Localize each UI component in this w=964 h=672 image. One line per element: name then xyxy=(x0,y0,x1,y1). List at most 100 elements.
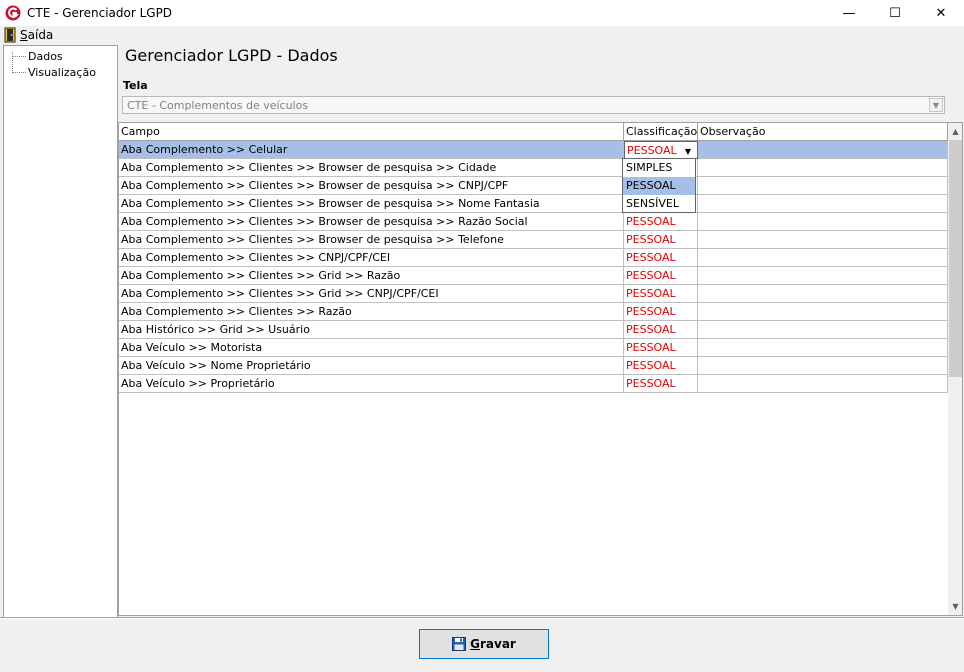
classification-dropdown: SIMPLES PESSOAL SENSÍVEL xyxy=(622,158,696,213)
tela-select-value: CTE - Complementos de veículos xyxy=(127,99,309,112)
cell-classificacao[interactable]: PESSOAL xyxy=(624,231,698,249)
cell-classificacao[interactable]: PESSOAL xyxy=(624,321,698,339)
cell-observacao[interactable] xyxy=(698,375,948,393)
cell-classificacao[interactable]: PESSOAL xyxy=(624,339,698,357)
scroll-down-icon[interactable]: ▼ xyxy=(948,598,962,615)
scroll-thumb[interactable] xyxy=(949,140,962,377)
close-button[interactable]: ✕ xyxy=(918,0,964,26)
column-header-observacao[interactable]: Observação xyxy=(698,123,948,140)
cell-campo[interactable]: Aba Complemento >> Clientes >> Browser d… xyxy=(119,159,624,177)
cell-observacao[interactable] xyxy=(698,231,948,249)
cell-classificacao-value: PESSOAL xyxy=(626,305,676,318)
cell-observacao[interactable] xyxy=(698,213,948,231)
fields-grid: Campo Classificação Observação Aba Compl… xyxy=(118,122,963,616)
cell-campo[interactable]: Aba Complemento >> Clientes >> Browser d… xyxy=(119,177,624,195)
cell-observacao[interactable] xyxy=(698,357,948,375)
cell-observacao[interactable] xyxy=(698,141,948,159)
cell-observacao[interactable] xyxy=(698,177,948,195)
cell-campo[interactable]: Aba Complemento >> Clientes >> Browser d… xyxy=(119,231,624,249)
cell-classificacao-value: PESSOAL xyxy=(626,215,676,228)
table-row[interactable]: Aba Complemento >> Clientes >> Browser d… xyxy=(119,213,948,231)
navigation-tree: Dados Visualização xyxy=(3,45,118,618)
cell-campo[interactable]: Aba Veículo >> Motorista xyxy=(119,339,624,357)
cell-classificacao-value: PESSOAL xyxy=(626,341,676,354)
cell-campo[interactable]: Aba Veículo >> Proprietário xyxy=(119,375,624,393)
table-row[interactable]: Aba Complemento >> Clientes >> Browser d… xyxy=(119,177,948,195)
exit-door-icon xyxy=(4,27,16,43)
dropdown-option-sensivel[interactable]: SENSÍVEL xyxy=(623,195,695,213)
cell-classificacao[interactable]: PESSOAL xyxy=(624,249,698,267)
cell-observacao[interactable] xyxy=(698,321,948,339)
dropdown-option-pessoal[interactable]: PESSOAL xyxy=(623,177,695,195)
cell-classificacao-value: PESSOAL xyxy=(626,251,676,264)
menu-bar: Saída xyxy=(0,26,964,44)
close-icon: ✕ xyxy=(935,5,947,21)
table-row[interactable]: Aba Veículo >> Proprietário PESSOAL xyxy=(119,375,948,393)
cell-campo[interactable]: Aba Complemento >> Clientes >> Browser d… xyxy=(119,213,624,231)
table-row[interactable]: Aba Complemento >> Clientes >> Browser d… xyxy=(119,159,948,177)
table-row[interactable]: Aba Histórico >> Grid >> Usuário PESSOAL xyxy=(119,321,948,339)
tree-item-dados[interactable]: Dados xyxy=(12,50,63,63)
cell-classificacao-value: PESSOAL xyxy=(626,233,676,246)
menu-exit[interactable]: Saída xyxy=(4,27,53,43)
chevron-down-icon[interactable]: ▼ xyxy=(681,145,695,157)
cell-classificacao[interactable]: PESSOAL xyxy=(624,285,698,303)
cell-observacao[interactable] xyxy=(698,303,948,321)
cell-campo[interactable]: Aba Complemento >> Clientes >> CNPJ/CPF/… xyxy=(119,249,624,267)
cell-classificacao-editor[interactable]: PESSOAL ▼ xyxy=(624,141,698,159)
table-row[interactable]: Aba Complemento >> Clientes >> Browser d… xyxy=(119,195,948,213)
maximize-button[interactable]: ☐ xyxy=(872,0,918,26)
scroll-up-icon[interactable]: ▲ xyxy=(948,123,962,140)
menu-exit-label: Saída xyxy=(20,28,54,42)
cell-campo[interactable]: Aba Veículo >> Nome Proprietário xyxy=(119,357,624,375)
grid-header: Campo Classificação Observação xyxy=(119,123,948,141)
tela-label: Tela xyxy=(123,79,148,92)
cell-classificacao[interactable]: PESSOAL xyxy=(624,303,698,321)
table-row[interactable]: Aba Complemento >> Clientes >> Browser d… xyxy=(119,231,948,249)
table-row[interactable]: Aba Complemento >> Clientes >> Grid >> C… xyxy=(119,285,948,303)
chevron-down-icon[interactable]: ▼ xyxy=(929,98,943,112)
table-row[interactable]: Aba Veículo >> Nome Proprietário PESSOAL xyxy=(119,357,948,375)
cell-observacao[interactable] xyxy=(698,195,948,213)
page-title: Gerenciador LGPD - Dados xyxy=(125,46,338,65)
vertical-scrollbar[interactable]: ▲ ▼ xyxy=(948,123,962,615)
cell-classificacao[interactable]: PESSOAL xyxy=(624,267,698,285)
cell-observacao[interactable] xyxy=(698,339,948,357)
column-header-campo[interactable]: Campo xyxy=(119,123,624,140)
cell-campo[interactable]: Aba Histórico >> Grid >> Usuário xyxy=(119,321,624,339)
cell-observacao[interactable] xyxy=(698,285,948,303)
column-header-classificacao[interactable]: Classificação xyxy=(624,123,698,140)
tree-item-label: Visualização xyxy=(28,66,96,79)
cell-classificacao[interactable]: PESSOAL xyxy=(624,213,698,231)
cell-observacao[interactable] xyxy=(698,249,948,267)
app-logo-icon xyxy=(5,5,21,21)
tree-item-visualizacao[interactable]: Visualização xyxy=(12,66,96,79)
table-row[interactable]: Aba Veículo >> Motorista PESSOAL xyxy=(119,339,948,357)
dropdown-option-simples[interactable]: SIMPLES xyxy=(623,159,695,177)
save-button[interactable]: Gravar xyxy=(419,629,549,659)
table-row[interactable]: Aba Complemento >> Celular PESSOAL ▼ xyxy=(119,141,948,159)
cell-campo[interactable]: Aba Complemento >> Clientes >> Razão xyxy=(119,303,624,321)
cell-campo[interactable]: Aba Complemento >> Clientes >> Browser d… xyxy=(119,195,624,213)
cell-campo[interactable]: Aba Complemento >> Clientes >> Grid >> C… xyxy=(119,285,624,303)
cell-observacao[interactable] xyxy=(698,267,948,285)
cell-classificacao-value: PESSOAL xyxy=(626,359,676,372)
cell-classificacao[interactable]: PESSOAL xyxy=(624,357,698,375)
tela-select[interactable]: CTE - Complementos de veículos ▼ xyxy=(122,96,945,114)
window-title: CTE - Gerenciador LGPD xyxy=(27,6,173,20)
cell-classificacao[interactable]: PESSOAL xyxy=(624,375,698,393)
floppy-disk-icon xyxy=(452,637,467,651)
cell-classificacao-value: PESSOAL xyxy=(626,377,676,390)
cell-campo[interactable]: Aba Complemento >> Celular xyxy=(119,141,624,159)
maximize-icon: ☐ xyxy=(889,5,901,21)
minimize-icon: — xyxy=(842,5,856,21)
cell-classificacao-value: PESSOAL xyxy=(626,323,676,336)
table-row[interactable]: Aba Complemento >> Clientes >> Grid >> R… xyxy=(119,267,948,285)
table-row[interactable]: Aba Complemento >> Clientes >> Razão PESS… xyxy=(119,303,948,321)
tree-item-label: Dados xyxy=(28,50,63,63)
table-row[interactable]: Aba Complemento >> Clientes >> CNPJ/CPF/… xyxy=(119,249,948,267)
save-button-label: Gravar xyxy=(470,637,516,651)
cell-observacao[interactable] xyxy=(698,159,948,177)
minimize-button[interactable]: — xyxy=(826,0,872,26)
cell-campo[interactable]: Aba Complemento >> Clientes >> Grid >> R… xyxy=(119,267,624,285)
